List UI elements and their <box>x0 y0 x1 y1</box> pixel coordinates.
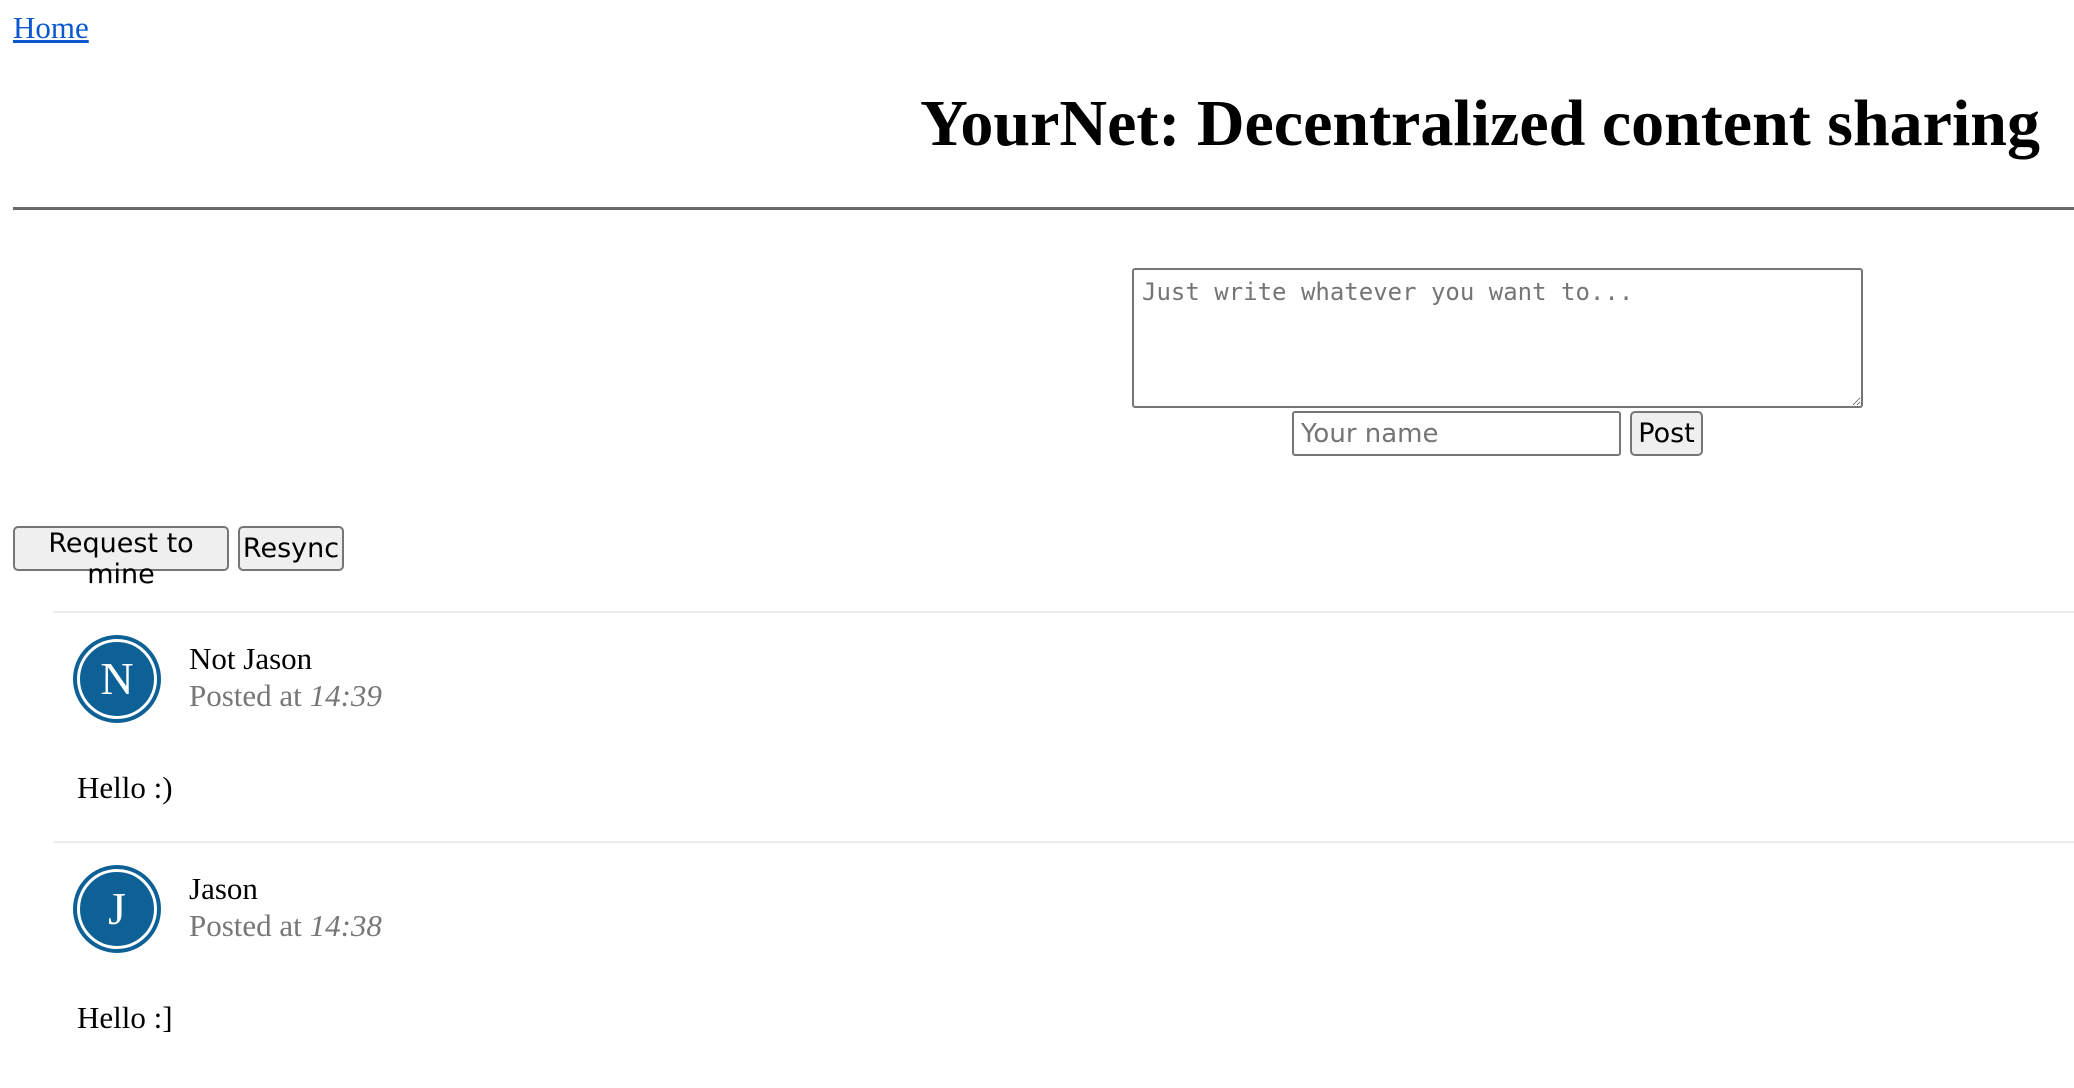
post-body: Hello :) <box>77 770 173 805</box>
posted-at-label: Posted at <box>189 678 302 713</box>
avatar-initial: J <box>108 883 126 934</box>
page: Home YourNet: Decentralized content shar… <box>0 0 2074 1088</box>
request-to-mine-button[interactable]: Request to mine <box>13 526 229 590</box>
post-button[interactable]: Post <box>1630 411 1703 456</box>
home-link[interactable]: Home <box>13 10 89 46</box>
action-bar: Request to mine Resync <box>13 526 344 590</box>
post-author: Jason <box>189 871 258 906</box>
page-title: YourNet: Decentralized content sharing <box>920 87 2040 160</box>
post-body: Hello :] <box>77 1000 173 1035</box>
post-time: 14:38 <box>309 908 382 943</box>
post-item: J Jason Posted at 14:38 Hello :] <box>53 841 2074 1071</box>
name-input[interactable] <box>1292 411 1621 456</box>
avatar: J <box>73 865 161 953</box>
compose-form: Post <box>1132 268 1865 456</box>
avatar-initial: N <box>100 653 134 704</box>
post-author: Not Jason <box>189 641 313 676</box>
compose-controls: Post <box>1292 411 1703 456</box>
post-meta: Posted at 14:38 <box>189 908 382 944</box>
post-item: N Not Jason Posted at 14:39 Hello :) <box>53 611 2074 841</box>
post-time: 14:39 <box>309 678 382 713</box>
content-textarea[interactable] <box>1132 268 1863 408</box>
avatar: N <box>73 635 161 723</box>
header-divider <box>13 207 2074 210</box>
resync-button[interactable]: Resync <box>238 526 344 571</box>
post-meta: Posted at 14:39 <box>189 678 382 714</box>
post-feed: N Not Jason Posted at 14:39 Hello :) J J… <box>53 611 2074 1071</box>
posted-at-label: Posted at <box>189 908 302 943</box>
